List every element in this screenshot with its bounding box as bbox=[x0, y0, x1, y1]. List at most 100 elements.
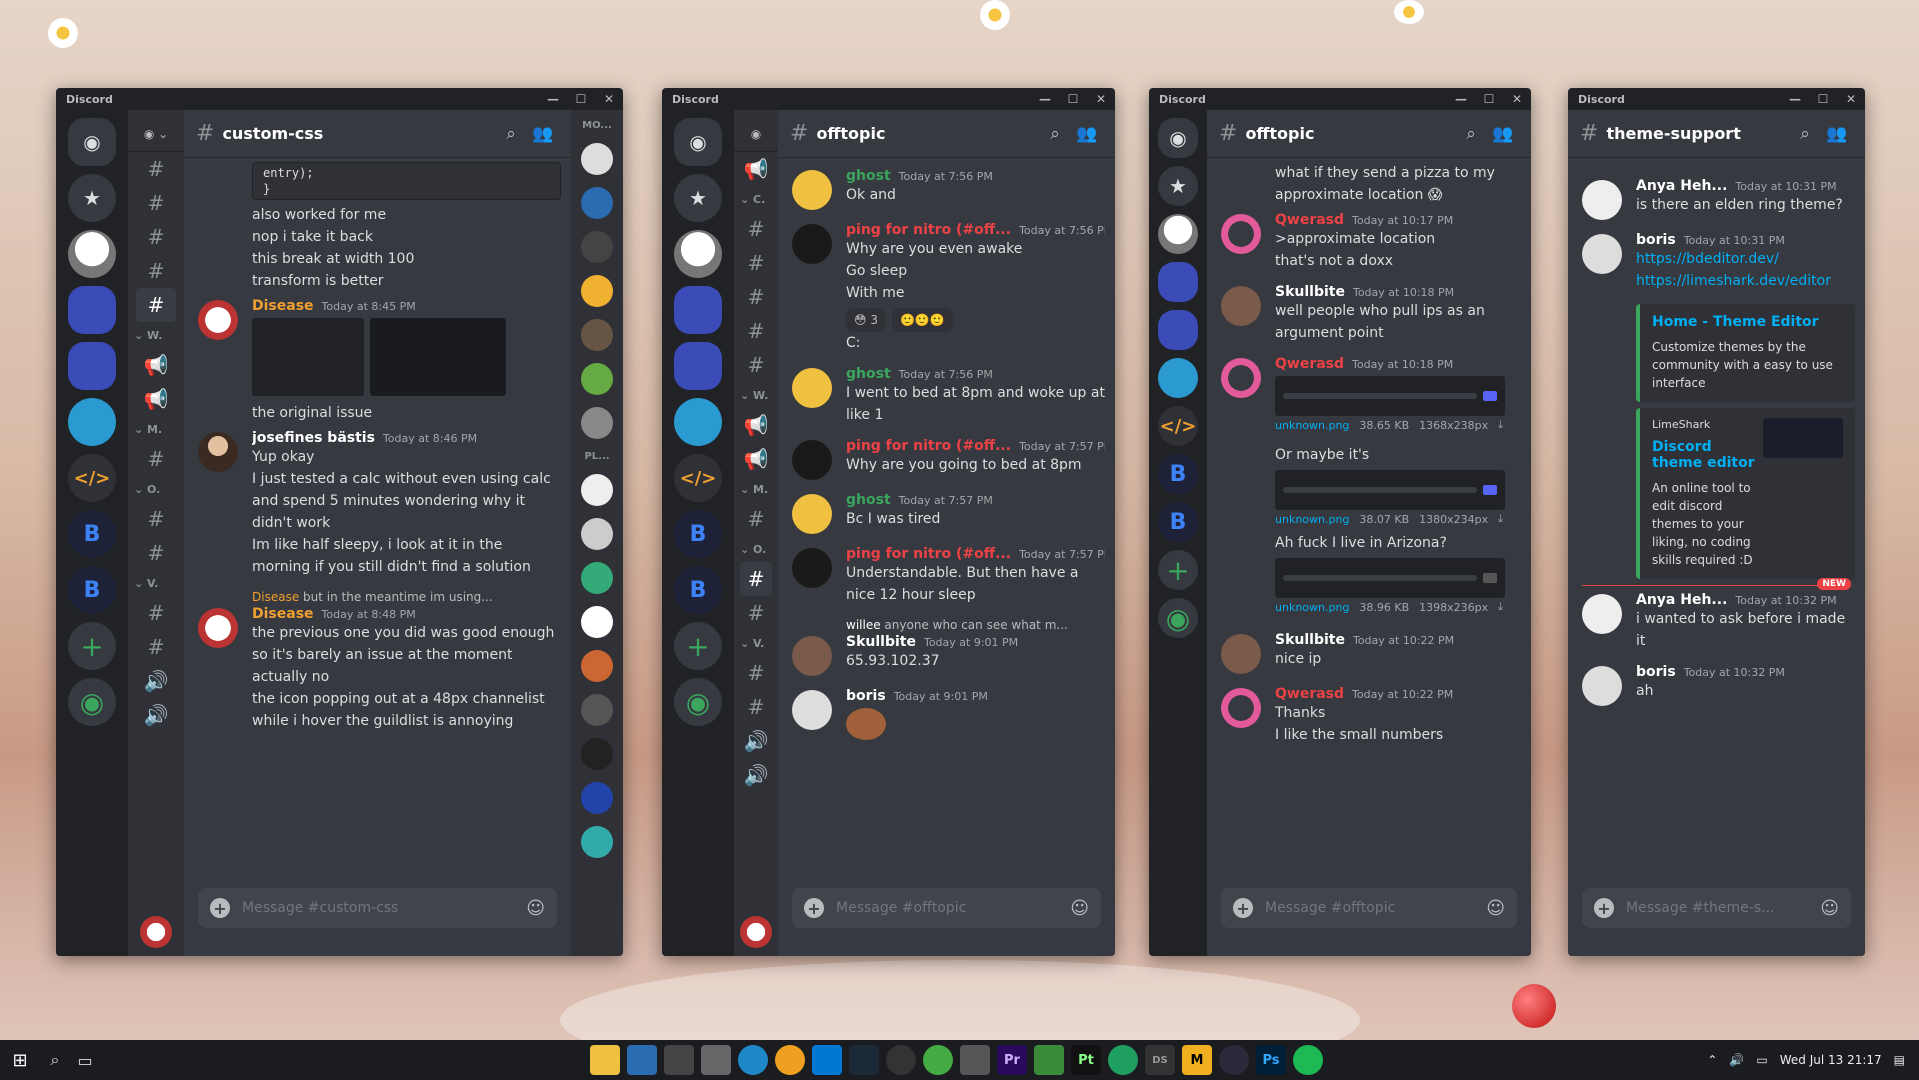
chevron-up-icon[interactable]: ⌃ bbox=[1707, 1053, 1717, 1067]
channel-item[interactable]: # bbox=[128, 186, 184, 220]
message-author[interactable]: Qwerasd bbox=[1275, 686, 1344, 702]
discord-home-icon[interactable]: ◉ bbox=[68, 118, 116, 166]
spotify-icon[interactable] bbox=[1293, 1045, 1323, 1075]
pycharm-icon[interactable]: Pt bbox=[1071, 1045, 1101, 1075]
message-link[interactable]: https://bdeditor.dev/ bbox=[1636, 248, 1855, 270]
add-server-icon[interactable]: + bbox=[68, 622, 116, 670]
maximize-icon[interactable]: ☐ bbox=[1809, 92, 1837, 106]
search-icon[interactable]: ⌕ bbox=[40, 1045, 70, 1075]
user-avatar[interactable] bbox=[792, 494, 832, 534]
server-folder-icon[interactable] bbox=[1158, 262, 1198, 302]
search-icon[interactable]: ⌕ bbox=[1455, 124, 1487, 144]
user-avatar[interactable] bbox=[792, 548, 832, 588]
user-avatar[interactable] bbox=[1582, 234, 1622, 274]
announcement-channel-icon[interactable]: 📢 bbox=[734, 408, 778, 442]
premiere-icon[interactable]: Pr bbox=[997, 1045, 1027, 1075]
user-avatar[interactable] bbox=[1221, 688, 1261, 728]
channel-item[interactable]: # bbox=[128, 442, 184, 476]
member-avatar[interactable] bbox=[581, 562, 613, 594]
user-avatar[interactable] bbox=[792, 368, 832, 408]
message-list[interactable]: ghost Today at 7:56 PM Ok and ping for ni… bbox=[778, 158, 1115, 888]
member-avatar[interactable] bbox=[581, 474, 613, 506]
edge-icon[interactable] bbox=[738, 1045, 768, 1075]
calculator-icon[interactable] bbox=[664, 1045, 694, 1075]
member-avatar[interactable] bbox=[581, 231, 613, 263]
server-icon[interactable] bbox=[68, 230, 116, 278]
photoshop-icon[interactable]: Ps bbox=[1256, 1045, 1286, 1075]
category-collapsed[interactable]: ⌄ M. bbox=[128, 416, 184, 442]
voice-channel-icon[interactable]: 🔊 bbox=[128, 664, 184, 698]
user-avatar[interactable] bbox=[792, 636, 832, 676]
download-icon[interactable]: ⤓ bbox=[1498, 600, 1503, 614]
embed-thumbnail[interactable] bbox=[1763, 418, 1843, 458]
server-folder-icon[interactable] bbox=[68, 286, 116, 334]
image-attachment[interactable] bbox=[1275, 376, 1505, 416]
channel-item[interactable]: # bbox=[128, 596, 184, 630]
explore-icon[interactable]: ◉ bbox=[68, 678, 116, 726]
members-icon[interactable]: 👥 bbox=[1821, 124, 1853, 144]
add-server-icon[interactable]: + bbox=[1158, 550, 1198, 590]
embed-title[interactable]: Discord theme editor bbox=[1652, 439, 1755, 471]
message-author[interactable]: boris bbox=[1636, 664, 1676, 680]
user-avatar[interactable] bbox=[198, 300, 238, 340]
message-author[interactable]: ping for nitro (#off... bbox=[846, 222, 1011, 238]
volume-icon[interactable]: 🔊 bbox=[1729, 1053, 1744, 1067]
discord-home-icon[interactable]: ◉ bbox=[1158, 118, 1198, 158]
maximize-icon[interactable]: ☐ bbox=[1475, 92, 1503, 106]
betterdiscord-server-icon[interactable]: B bbox=[674, 510, 722, 558]
add-attachment-icon[interactable]: + bbox=[1233, 898, 1253, 918]
server-icon[interactable] bbox=[674, 398, 722, 446]
channel-item[interactable]: # bbox=[734, 690, 778, 724]
server-folder-icon[interactable] bbox=[674, 286, 722, 334]
steam-icon[interactable] bbox=[849, 1045, 879, 1075]
minimize-icon[interactable]: — bbox=[1031, 92, 1059, 106]
minimize-icon[interactable]: — bbox=[539, 92, 567, 106]
category-collapsed[interactable]: ⌄ W. bbox=[128, 322, 184, 348]
message-author[interactable]: ghost bbox=[846, 366, 891, 382]
category-collapsed[interactable]: ⌄ V. bbox=[128, 570, 184, 596]
channel-item[interactable]: # bbox=[734, 596, 778, 630]
category-collapsed[interactable]: ⌄ O. bbox=[128, 476, 184, 502]
chrome-icon[interactable] bbox=[923, 1045, 953, 1075]
message-input[interactable]: + Message #offtopic ☺ bbox=[1221, 888, 1517, 928]
message-link[interactable]: https://limeshark.dev/editor bbox=[1636, 270, 1855, 292]
message-author[interactable]: Qwerasd bbox=[1275, 356, 1344, 372]
message-author[interactable]: Anya Heh... bbox=[1636, 178, 1727, 194]
file-explorer-icon[interactable] bbox=[590, 1045, 620, 1075]
app-icon[interactable]: M bbox=[1182, 1045, 1212, 1075]
server-header[interactable]: ◉ ⌄ bbox=[128, 116, 184, 152]
message-author[interactable]: josefines bästis bbox=[252, 430, 375, 446]
user-avatar[interactable] bbox=[792, 440, 832, 480]
message-author[interactable]: Skullbite bbox=[846, 634, 916, 650]
announcement-channel-icon[interactable]: 📢 bbox=[734, 152, 778, 186]
app-icon[interactable] bbox=[1034, 1045, 1064, 1075]
server-folder-icon[interactable] bbox=[1158, 310, 1198, 350]
user-avatar[interactable] bbox=[792, 690, 832, 730]
image-attachment[interactable] bbox=[1275, 558, 1505, 598]
close-icon[interactable]: ✕ bbox=[1503, 92, 1531, 106]
reply-preview[interactable]: Disease but in the meantime im using... bbox=[184, 590, 571, 604]
server-icon[interactable] bbox=[1158, 214, 1198, 254]
channel-item-selected[interactable]: # bbox=[136, 288, 176, 322]
member-avatar[interactable] bbox=[581, 407, 613, 439]
server-icon[interactable] bbox=[674, 230, 722, 278]
app-icon[interactable] bbox=[775, 1045, 805, 1075]
betterdiscord-server-icon[interactable]: B bbox=[68, 566, 116, 614]
github-icon[interactable] bbox=[886, 1045, 916, 1075]
star-icon[interactable]: ★ bbox=[674, 174, 722, 222]
message-author[interactable]: boris bbox=[1636, 232, 1676, 248]
member-avatar[interactable] bbox=[581, 606, 613, 638]
maximize-icon[interactable]: ☐ bbox=[567, 92, 595, 106]
channel-item[interactable]: # bbox=[734, 656, 778, 690]
message-author[interactable]: Anya Heh... bbox=[1636, 592, 1727, 608]
category-collapsed[interactable]: ⌄ W. bbox=[734, 382, 778, 408]
betterdiscord-server-icon[interactable]: B bbox=[1158, 454, 1198, 494]
member-avatar[interactable] bbox=[581, 275, 613, 307]
channel-item[interactable]: # bbox=[734, 212, 778, 246]
channel-item[interactable]: # bbox=[128, 536, 184, 570]
voice-channel-icon[interactable]: 🔊 bbox=[734, 758, 778, 792]
notification-icon[interactable]: ▤ bbox=[1894, 1053, 1905, 1067]
emoji-icon[interactable]: ☺ bbox=[1820, 898, 1839, 919]
windows-start-icon[interactable]: ⊞ bbox=[0, 1050, 40, 1071]
message-author[interactable]: Disease bbox=[252, 298, 314, 314]
